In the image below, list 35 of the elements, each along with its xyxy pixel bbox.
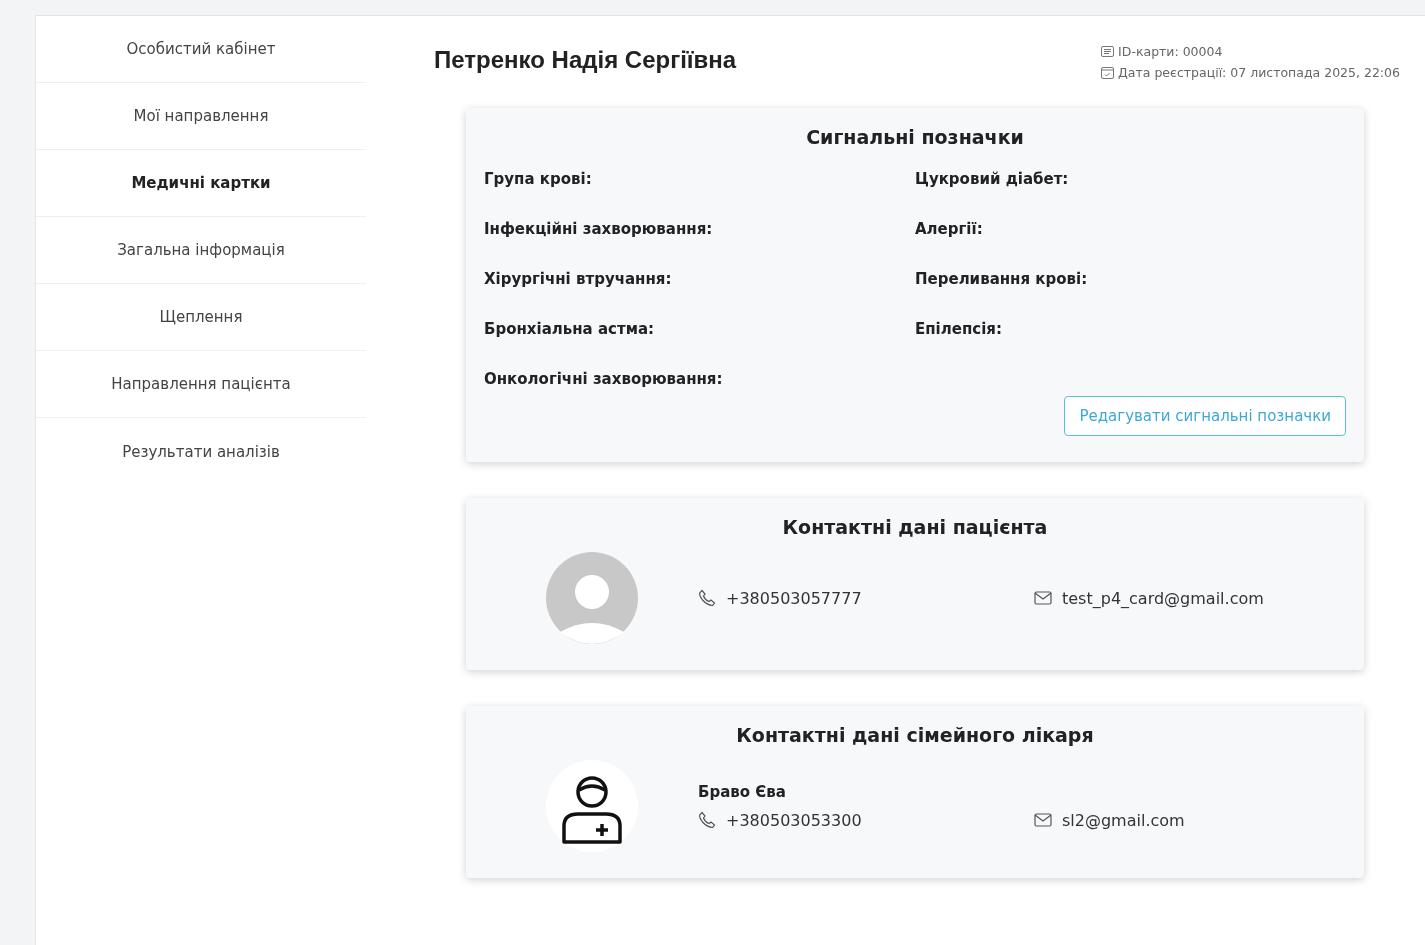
- doctor-icon: [546, 760, 638, 852]
- field-label: Епілепсія:: [915, 320, 1003, 340]
- card-id: ID-карти: 00004: [1118, 44, 1223, 59]
- field-label: Група крові:: [484, 170, 593, 190]
- email-address: sl2@gmail.com: [1062, 810, 1185, 830]
- phone-icon: [698, 589, 716, 607]
- sidebar-item[interactable]: Медичні картки: [36, 150, 366, 217]
- card-title: Сигнальні позначки: [805, 126, 1025, 148]
- avatar-icon: [546, 552, 638, 644]
- mail-icon: [1034, 591, 1052, 605]
- sidebar-item[interactable]: Загальна інформація: [36, 217, 366, 284]
- field-label: Інфекційні захворювання:: [484, 220, 714, 240]
- registration-date: Дата реєстрації: 07 листопада 2025, 22:06: [1118, 65, 1400, 80]
- mail-icon: [1034, 813, 1052, 827]
- field-label: Переливання крові:: [915, 270, 1089, 290]
- card-title: Контактні дані пацієнта: [781, 516, 1049, 538]
- card-title: Контактні дані сімейного лікаря: [735, 724, 1095, 746]
- field-label: Хірургічні втручання:: [484, 270, 673, 290]
- field-label: Цукровий діабет:: [915, 170, 1070, 190]
- patient-name: Петренко Надія Сергіївна: [434, 46, 737, 74]
- sidebar-item[interactable]: Направлення пацієнта: [36, 351, 366, 418]
- field-label: Бронхіальна астма:: [484, 320, 656, 340]
- field-label: Алергії:: [915, 220, 984, 240]
- phone-number: +380503057777: [726, 588, 862, 608]
- sidebar-item[interactable]: Результати аналізів: [36, 418, 366, 485]
- sidebar-item[interactable]: Щеплення: [36, 284, 366, 351]
- card-icon: [1101, 46, 1115, 57]
- sidebar-item[interactable]: Особистий кабінет: [36, 16, 366, 83]
- email-address: test_p4_card@gmail.com: [1062, 588, 1264, 608]
- doctor-name: Браво Єва: [698, 782, 787, 801]
- field-label: Онкологічні захворювання:: [484, 370, 724, 390]
- sidebar-item[interactable]: Мої направлення: [36, 83, 366, 150]
- calendar-icon: [1101, 66, 1115, 79]
- phone-icon: [698, 811, 716, 829]
- phone-number: +380503053300: [726, 810, 862, 830]
